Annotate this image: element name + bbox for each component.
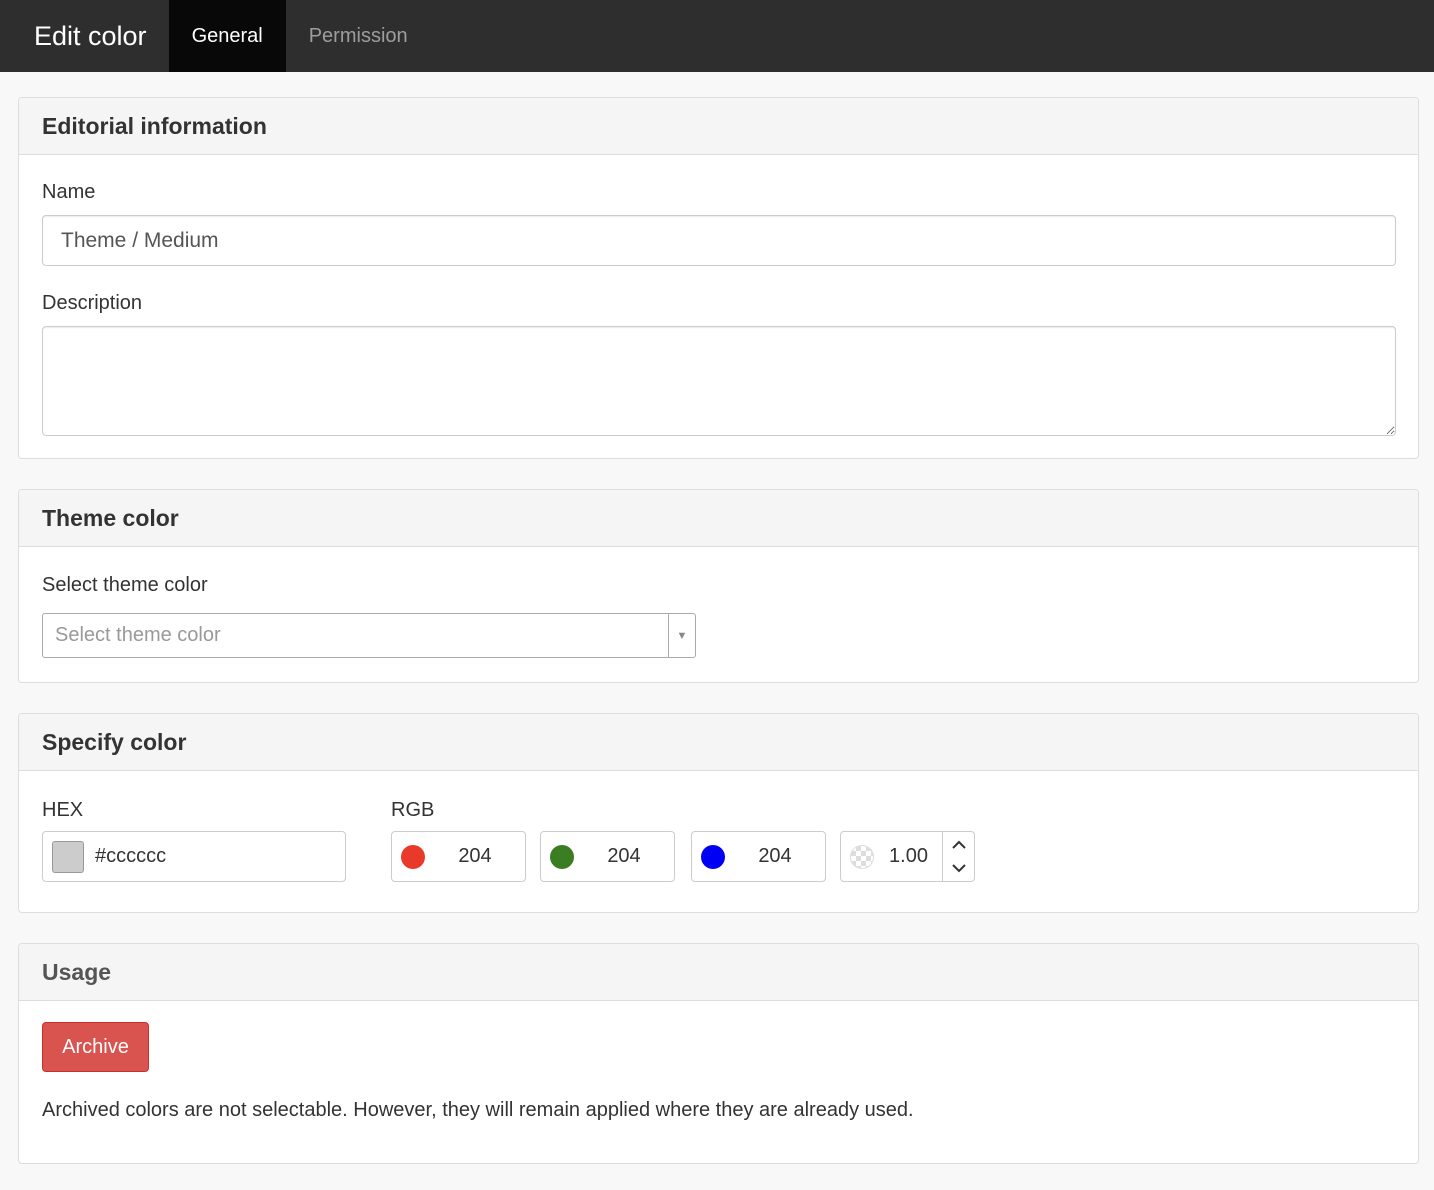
name-label: Name: [42, 181, 96, 203]
hex-label: HEX: [42, 799, 84, 821]
blue-dot-icon: [701, 844, 725, 869]
blue-field[interactable]: 204: [691, 831, 826, 882]
blue-value[interactable]: 204: [725, 845, 825, 868]
tab-permission[interactable]: Permission: [286, 0, 431, 72]
green-dot-icon: [550, 844, 574, 869]
chevron-down-icon[interactable]: [943, 857, 974, 882]
alpha-field[interactable]: 1.00: [840, 831, 944, 882]
specify-color-heading: Specify color: [19, 714, 1418, 771]
red-dot-icon: [401, 844, 425, 869]
description-textarea[interactable]: [42, 326, 1396, 436]
hex-field[interactable]: #cccccc: [42, 831, 346, 882]
select-placeholder: Select theme color: [55, 624, 221, 646]
specify-color-panel: Specify color HEX #cccccc RGB 204 204 20…: [18, 713, 1419, 913]
theme-color-select[interactable]: Select theme color ▼: [42, 613, 696, 658]
green-value[interactable]: 204: [574, 845, 674, 868]
editorial-heading: Editorial information: [19, 98, 1418, 155]
archive-note: Archived colors are not selectable. Howe…: [42, 1099, 914, 1121]
description-label: Description: [42, 292, 143, 314]
theme-color-heading: Theme color: [19, 490, 1418, 547]
tab-general[interactable]: General: [168, 0, 286, 72]
top-navbar: Edit color General Permission: [0, 0, 1434, 72]
hex-value[interactable]: #cccccc: [84, 845, 345, 868]
chevron-up-icon[interactable]: [943, 832, 974, 857]
name-input[interactable]: [42, 215, 1396, 266]
editorial-panel: Editorial information Name Description: [18, 97, 1419, 459]
archive-button[interactable]: Archive: [42, 1022, 149, 1072]
alpha-stepper[interactable]: [942, 831, 975, 882]
usage-panel: Usage Archive Archived colors are not se…: [18, 943, 1419, 1164]
usage-heading: Usage: [19, 944, 1418, 1001]
caret-down-icon[interactable]: ▼: [668, 614, 695, 657]
red-value[interactable]: 204: [425, 845, 525, 868]
color-swatch[interactable]: [52, 840, 84, 873]
select-theme-color-label: Select theme color: [42, 574, 208, 596]
page-title: Edit color: [34, 20, 147, 51]
red-field[interactable]: 204: [391, 831, 526, 882]
alpha-value[interactable]: 1.00: [874, 845, 943, 868]
transparency-icon: [850, 844, 874, 869]
green-field[interactable]: 204: [540, 831, 675, 882]
theme-color-panel: Theme color Select theme color Select th…: [18, 489, 1419, 683]
rgb-label: RGB: [391, 799, 435, 821]
